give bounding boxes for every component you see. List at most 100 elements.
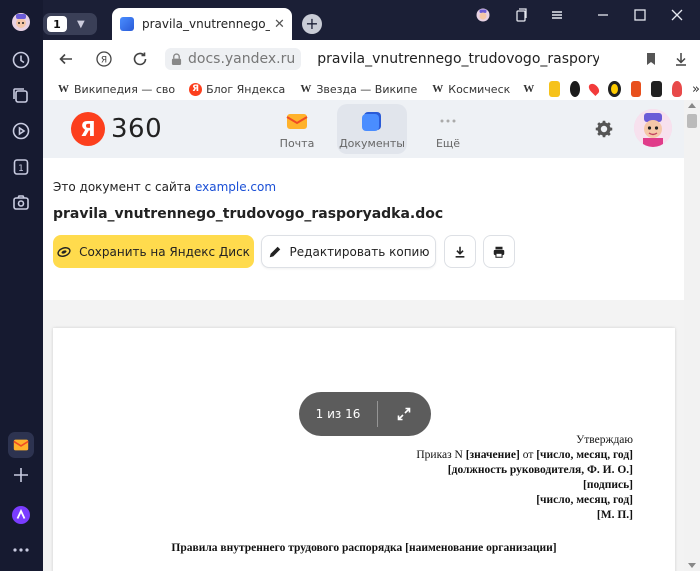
wikipedia-icon: W (523, 83, 535, 95)
service-label: Документы (339, 136, 405, 150)
bookmark-page-icon[interactable] (636, 44, 666, 74)
bookmark-manager-icon[interactable] (508, 6, 534, 24)
save-label: Сохранить на Яндекс Диск (79, 244, 250, 259)
yandex-logo-icon: Я (71, 112, 105, 146)
scroll-down-icon[interactable] (688, 563, 696, 568)
profile-small-icon[interactable] (470, 6, 496, 24)
wikipedia-icon: W (432, 83, 444, 95)
service-label: Ещё (435, 136, 461, 150)
order-mid: от (522, 449, 534, 461)
document-filename: pravila_vnutrennego_trudovogo_rasporyadk… (53, 206, 444, 222)
mail-icon (285, 109, 309, 133)
document-origin: Это документ с сайта example.com (53, 180, 276, 194)
bookmark-label: Звезда — Википе (316, 82, 418, 96)
history-icon[interactable] (11, 50, 31, 70)
address-field[interactable]: docs.yandex.ru pravila_vnutrennego_trudo… (165, 48, 599, 70)
origin-link[interactable]: example.com (195, 180, 276, 194)
site-info-button[interactable]: docs.yandex.ru (165, 48, 302, 70)
page-content: Я 360 Почта Документы Ещё Это документ с… (43, 100, 684, 571)
bookmark-map-pin-icon[interactable] (587, 81, 602, 97)
bookmarks-bar: W Википедия — сво Я Блог Яндекса W Звезд… (43, 78, 700, 100)
page-pager: 1 из 16 (299, 392, 431, 436)
bookmark-image-icon[interactable] (549, 81, 560, 97)
active-tab[interactable]: pravila_vnutrennego_tru ✕ (112, 8, 292, 40)
bookmark-kinopoisk-icon[interactable] (630, 81, 642, 97)
service-documents[interactable]: Документы (337, 104, 407, 154)
save-to-disk-button[interactable]: Сохранить на Яндекс Диск (53, 235, 254, 268)
service-label: Почта (279, 136, 315, 150)
svg-text:1: 1 (18, 164, 24, 174)
bookmark-music-icon[interactable] (569, 81, 581, 97)
close-window-icon[interactable] (664, 6, 690, 24)
minimize-icon[interactable] (590, 6, 616, 24)
more-dots-icon[interactable] (11, 540, 31, 560)
scroll-thumb[interactable] (687, 114, 697, 128)
yandex-home-icon[interactable]: Я (89, 44, 119, 74)
bookmark-label: Блог Яндекса (206, 82, 286, 96)
document-page: Утверждаю Приказ N [значение] от [число,… (53, 328, 675, 571)
svg-text:Я: Я (101, 56, 107, 66)
page-scrollbar[interactable] (684, 100, 700, 571)
service-more[interactable]: Ещё (425, 104, 471, 154)
document-heading: Правила внутреннего трудового распорядка… (171, 542, 557, 554)
yandex-blog-icon: Я (189, 82, 203, 96)
download-icon (455, 246, 465, 258)
docs-favicon-icon (120, 17, 134, 31)
edit-copy-button[interactable]: Редактировать копию (261, 235, 436, 268)
avatar-character-icon (634, 109, 672, 147)
signature-line: [подпись] (583, 479, 633, 491)
new-tab-button[interactable]: + (302, 14, 322, 34)
scroll-up-icon[interactable] (688, 103, 696, 108)
logo-360-text: 360 (111, 114, 163, 144)
menu-icon[interactable] (544, 6, 570, 24)
close-tab-icon[interactable]: ✕ (274, 17, 285, 32)
bookmark-umbrella-icon[interactable] (671, 81, 683, 97)
bookmark-item[interactable]: W Звезда — Википе (299, 83, 417, 96)
add-app-icon[interactable] (11, 465, 31, 485)
bookmark-item[interactable]: W Википедия — сво (57, 83, 175, 96)
tabs-counter-icon[interactable]: 1 (11, 157, 31, 177)
settings-gear-icon[interactable] (593, 118, 615, 140)
approve-line: Утверждаю (576, 434, 633, 446)
bookmark-dark-icon[interactable] (651, 81, 662, 97)
service-mail[interactable]: Почта (271, 104, 323, 154)
position-line: [должность руководителя, Ф. И. О.] (447, 464, 633, 476)
bookmarks-more-icon[interactable]: » (692, 82, 700, 97)
alice-assistant-icon[interactable] (11, 505, 31, 525)
print-button[interactable] (483, 235, 515, 268)
order-value: [значение] (465, 449, 520, 461)
bookmark-target-icon[interactable] (608, 81, 621, 97)
tab-count: 1 (47, 16, 67, 32)
address-path: pravila_vnutrennego_trudovogo_raspory (317, 51, 600, 67)
mail-app-icon[interactable] (8, 432, 34, 458)
screenshot-icon[interactable] (11, 193, 31, 213)
more-dots-icon (436, 109, 460, 133)
download-icon[interactable] (666, 44, 696, 74)
yandex360-header: Я 360 Почта Документы Ещё (43, 100, 684, 158)
page-indicator[interactable]: 1 из 16 (299, 407, 377, 421)
collections-icon[interactable] (11, 86, 31, 106)
maximize-icon[interactable] (627, 6, 653, 24)
user-avatar[interactable] (634, 109, 672, 147)
navigation-bar: Я docs.yandex.ru pravila_vnutrennego_tru… (43, 40, 700, 78)
printer-icon (493, 246, 505, 258)
tab-counter-button[interactable]: 1 ▼ (43, 13, 97, 35)
expand-fullscreen-icon[interactable] (378, 407, 430, 421)
bookmark-wikipedia-icon-only[interactable]: W (522, 83, 539, 96)
download-button[interactable] (444, 235, 476, 268)
bookmark-item[interactable]: Я Блог Яндекса (189, 82, 286, 96)
date-line: [число, месяц, год] (536, 494, 633, 506)
bookmark-item[interactable]: W Космическ (431, 83, 510, 96)
wikipedia-icon: W (300, 83, 312, 95)
video-play-icon[interactable] (11, 121, 31, 141)
yandex360-logo[interactable]: Я 360 (71, 112, 162, 146)
stamp-line: [М. П.] (596, 509, 633, 521)
lock-icon (171, 52, 182, 65)
edit-label: Редактировать копию (289, 244, 430, 259)
chevron-down-icon: ▼ (77, 18, 85, 30)
order-date: [число, месяц, год] (536, 449, 633, 461)
back-button[interactable] (51, 44, 81, 74)
wikipedia-icon: W (58, 83, 69, 95)
pencil-icon (269, 246, 280, 257)
reload-button[interactable] (125, 44, 155, 74)
